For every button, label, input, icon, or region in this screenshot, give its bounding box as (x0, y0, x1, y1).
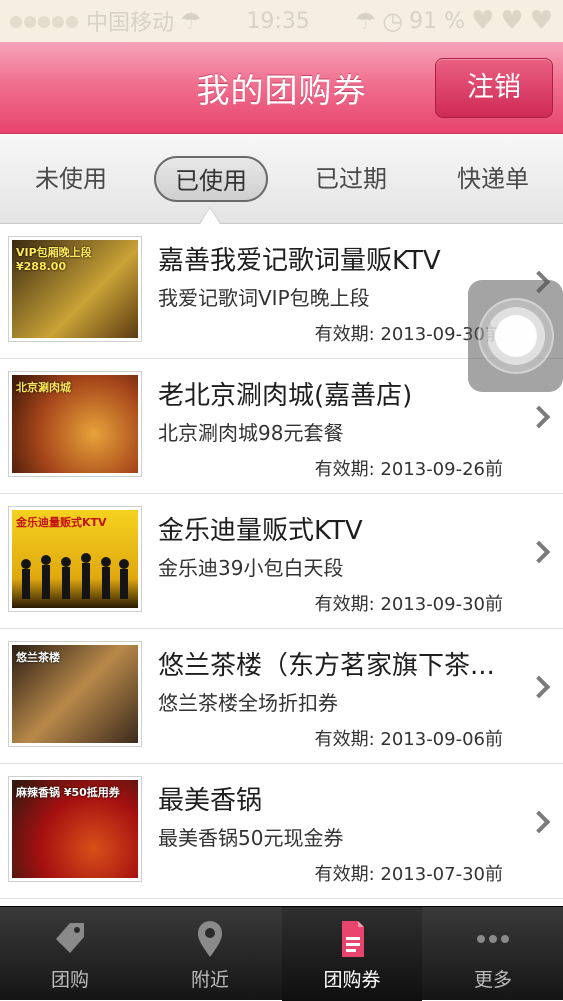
heart-icon: ♥ (500, 6, 524, 36)
clock-time: 19:35 (246, 8, 310, 34)
chevron-right-icon (527, 540, 551, 564)
thumbnail-caption: 悠兰茶楼 (16, 651, 60, 664)
battery-percent: 91 % (409, 8, 466, 34)
list-item[interactable]: 悠兰茶楼 悠兰茶楼（东方茗家旗下茶... 悠兰茶楼全场折扣券 有效期: 2013… (0, 629, 563, 764)
location-pin-icon (198, 921, 222, 957)
thumbnail-image: 悠兰茶楼 (8, 641, 142, 747)
bottom-tab-bar: 团购 附近 团购券 更多 (0, 906, 563, 1001)
item-subtitle: 我爱记歌词VIP包晚上段 (158, 286, 370, 310)
thumbnail-caption: 北京涮肉城 (16, 381, 71, 394)
item-title: 最美香锅 (158, 786, 263, 816)
tab-unused[interactable]: 未使用 (22, 156, 120, 202)
item-title: 悠兰茶楼（东方茗家旗下茶... (158, 651, 495, 681)
chevron-right-icon (527, 405, 551, 429)
thumbnail-caption: VIP包厢晚上段 ¥288.00 (16, 246, 92, 273)
thumbnail-caption: 金乐迪量贩式KTV (16, 516, 107, 529)
item-title: 老北京涮肉城(嘉善店) (158, 381, 413, 411)
umbrella-icon: ☂ (354, 7, 377, 35)
thumbnail-image: 金乐迪量贩式KTV (8, 506, 142, 612)
assistive-touch-button[interactable] (468, 280, 563, 392)
status-center: 19:35 (246, 9, 309, 34)
status-right: ☂ ◷ 91 % ♥ ♥ ♥ (355, 6, 553, 36)
silhouette-figures (21, 553, 129, 599)
tabbar-item-groupbuy[interactable]: 团购 (0, 907, 140, 1001)
chevron-right-icon (527, 810, 551, 834)
item-title: 嘉善我爱记歌词量贩KTV (158, 246, 441, 276)
navigation-bar: 我的团购券 注销 (0, 42, 563, 134)
item-subtitle: 金乐迪39小包白天段 (158, 556, 344, 580)
heart-icon: ♥ (471, 6, 495, 36)
chevron-right-icon (527, 675, 551, 699)
heart-icon: ♥ (529, 6, 553, 36)
signal-strength-icon (10, 9, 80, 34)
coupon-doc-icon (342, 921, 364, 957)
thumbnail-caption: 麻辣香锅 ¥50抵用券 (16, 786, 120, 799)
tabbar-label: 附近 (190, 969, 229, 991)
logout-button[interactable]: 注销 (435, 58, 553, 118)
thumbnail-image: VIP包厢晚上段 ¥288.00 (8, 236, 142, 342)
tabbar-label: 团购券 (323, 969, 381, 991)
tabbar-item-more[interactable]: 更多 (423, 907, 563, 1001)
list-item[interactable]: 金乐迪量贩式KTV 金乐迪量贩式KTV 金乐迪39小包白天段 有效期: 2013… (0, 494, 563, 629)
more-dots-icon (477, 935, 509, 943)
tab-expired[interactable]: 已过期 (302, 156, 400, 202)
item-subtitle: 悠兰茶楼全场折扣券 (158, 691, 338, 715)
tabbar-label: 团购 (50, 969, 89, 991)
tabbar-label: 更多 (473, 969, 512, 991)
tab-used[interactable]: 已使用 (154, 156, 268, 202)
thumbnail-image: 麻辣香锅 ¥50抵用券 (8, 776, 142, 882)
umbrella-icon: ☂ (180, 7, 202, 35)
carrier-label: 中国移动 (86, 11, 175, 36)
item-subtitle: 最美香锅50元现金券 (158, 826, 344, 850)
list-item[interactable]: 麻辣香锅 ¥50抵用券 最美香锅 最美香锅50元现金券 有效期: 2013-07… (0, 764, 563, 899)
tab-pointer (200, 208, 220, 224)
item-subtitle: 北京涮肉城98元套餐 (158, 421, 344, 445)
tab-express[interactable]: 快递单 (444, 156, 542, 202)
filter-tabs: 未使用 已使用 已过期 快递单 (0, 134, 563, 224)
tabbar-item-nearby[interactable]: 附近 (140, 907, 280, 1001)
status-bar: 中国移动 ☂ 19:35 ☂ ◷ 91 % ♥ ♥ ♥ (0, 0, 563, 42)
tag-icon (56, 923, 84, 953)
item-expiry: 有效期: 2013-07-30前 (314, 864, 503, 885)
item-expiry: 有效期: 2013-09-26前 (314, 459, 503, 480)
thumbnail-image: 北京涮肉城 (8, 371, 142, 477)
alarm-icon: ◷ (382, 7, 404, 35)
tabbar-item-coupons[interactable]: 团购券 (282, 907, 422, 1001)
item-expiry: 有效期: 2013-09-30前 (314, 594, 503, 615)
item-title: 金乐迪量贩式KTV (158, 516, 363, 546)
item-expiry: 有效期: 2013-09-06前 (314, 729, 503, 750)
status-left: 中国移动 ☂ (10, 5, 202, 37)
